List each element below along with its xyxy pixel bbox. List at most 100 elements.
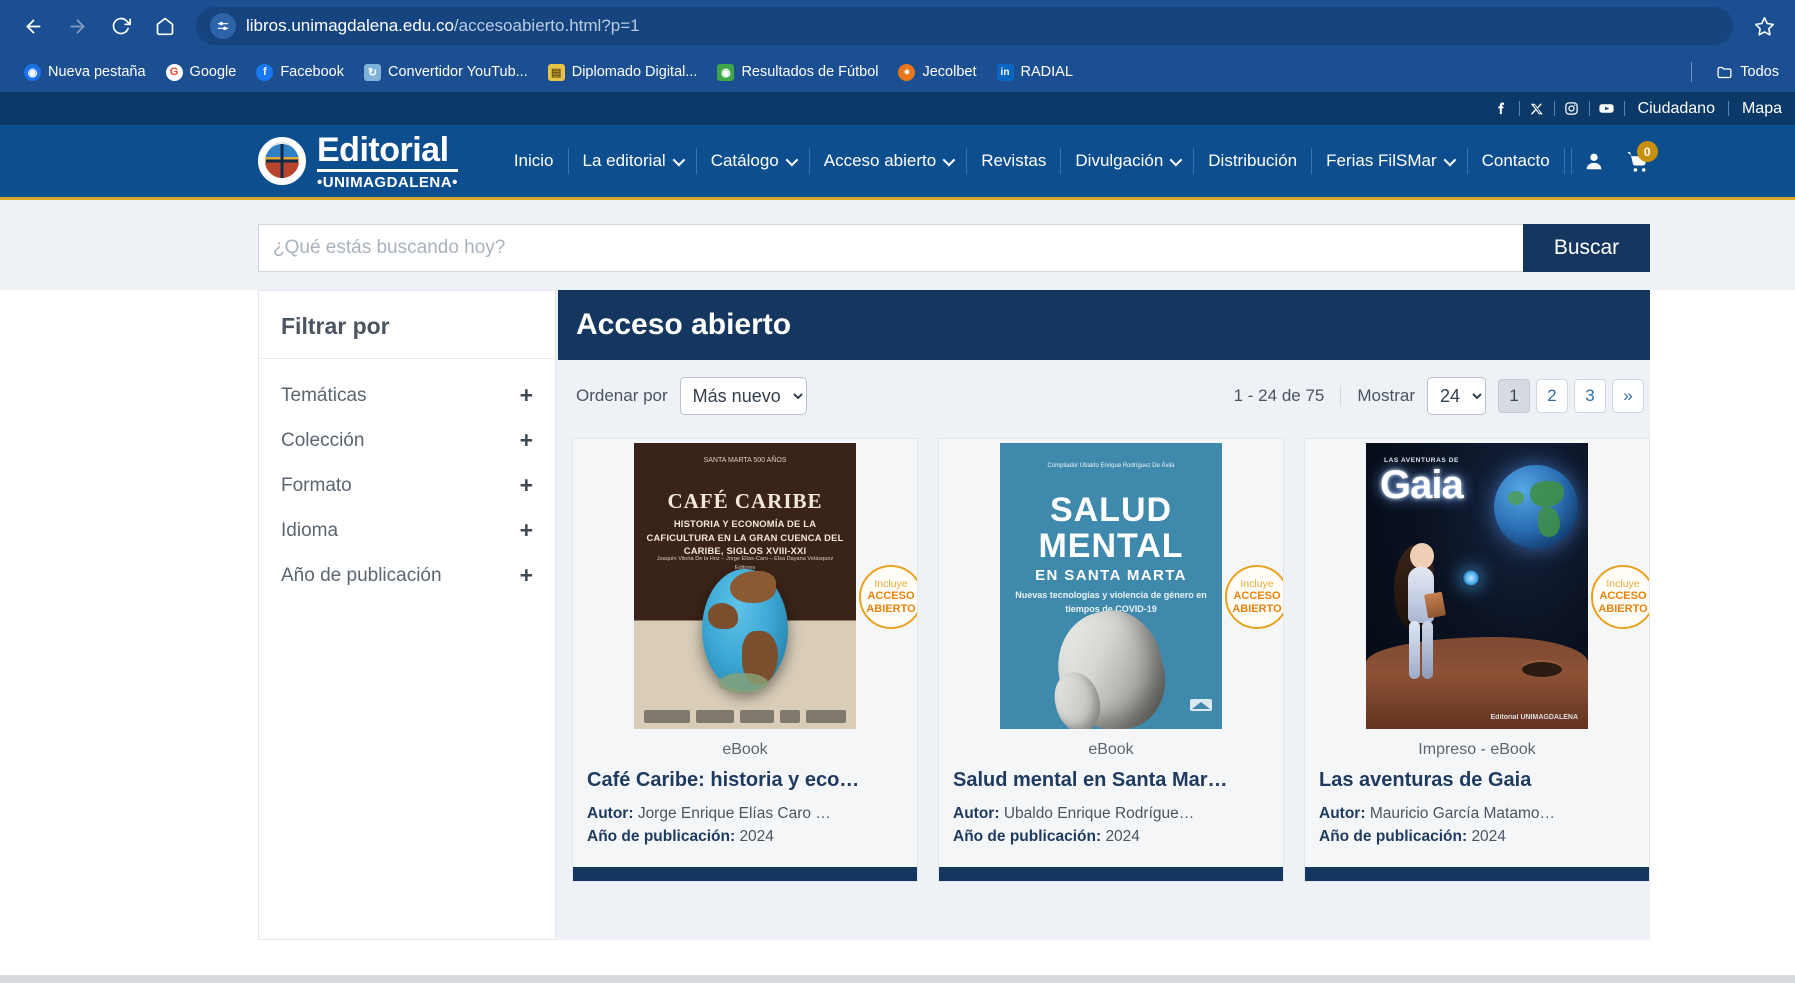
expand-plus-icon[interactable]: +	[520, 474, 533, 497]
expand-plus-icon[interactable]: +	[520, 519, 533, 542]
badge-line-1: Incluye	[874, 578, 907, 590]
nav-item-la-editorial[interactable]: La editorial	[569, 148, 697, 174]
cover-sculpture-graphic	[1046, 600, 1176, 729]
search-input[interactable]	[258, 224, 1523, 272]
youtube-icon[interactable]	[1590, 100, 1624, 117]
expand-plus-icon[interactable]: +	[520, 384, 533, 407]
nav-item-catalogo[interactable]: Catálogo	[697, 148, 810, 174]
bookmark-item[interactable]: ● Jecolbet	[888, 61, 986, 84]
expand-plus-icon[interactable]: +	[520, 429, 533, 452]
page-size-select[interactable]: 122436	[1427, 377, 1486, 415]
topbar-link-mapa[interactable]: Mapa	[1729, 100, 1795, 118]
nav-item-distribucion[interactable]: Distribución	[1194, 148, 1312, 174]
home-button[interactable]	[146, 7, 184, 45]
globe-icon: ◉	[24, 64, 41, 81]
badge-line-2: ACCESO	[867, 590, 914, 603]
filter-item-coleccion[interactable]: Colección +	[259, 418, 555, 463]
url-text: libros.unimagdalena.edu.co/accesoabierto…	[246, 16, 640, 36]
nav-item-contacto[interactable]: Contacto	[1468, 148, 1565, 174]
utility-topbar: Ciudadano Mapa	[0, 92, 1795, 125]
product-card[interactable]: LAS AVENTURAS DE Gaia Editorial UNIMAGDA…	[1304, 438, 1650, 882]
site-settings-icon[interactable]	[210, 13, 236, 39]
author-value: Ubaldo Enrique Rodrígue…	[1004, 805, 1194, 822]
filter-label: Temáticas	[281, 385, 367, 407]
bookmark-item[interactable]: ▤ Diplomado Digital...	[538, 61, 708, 84]
bookmarks-bar: ◉ Nueva pestaña G Google f Facebook ↻ Co…	[0, 52, 1795, 92]
bookmark-item[interactable]: ◉ Resultados de Fútbol	[707, 61, 888, 84]
badge-line-3: ABIERTO	[1232, 603, 1281, 616]
topbar-link-ciudadano[interactable]: Ciudadano	[1625, 100, 1728, 118]
nav-item-ferias-filsmar[interactable]: Ferias FilSMar	[1312, 148, 1468, 174]
badge-line-1: Incluye	[1240, 578, 1273, 590]
filter-item-tematicas[interactable]: Temáticas +	[259, 373, 555, 418]
browser-window: libros.unimagdalena.edu.co/accesoabierto…	[0, 0, 1795, 92]
filter-item-idioma[interactable]: Idioma +	[259, 508, 555, 553]
chevron-down-icon	[1170, 153, 1183, 166]
bookmark-item[interactable]: f Facebook	[246, 61, 354, 84]
results-toolbar: Ordenar por Más nuevoNombrePrecio 1 - 24…	[558, 360, 1650, 432]
product-action-bar[interactable]	[1305, 867, 1649, 881]
product-card[interactable]: SANTA MARTA 500 AÑOS CAFÉ CARIBE HISTORI…	[572, 438, 918, 882]
bookmarks-overflow[interactable]: Todos	[1685, 61, 1795, 84]
bookmark-item[interactable]: G Google	[156, 61, 247, 84]
product-cover[interactable]: Compilador Ubaldo Enrique Rodríguez De Á…	[939, 439, 1283, 729]
bookmarks-overflow-label: Todos	[1740, 64, 1779, 80]
page-button-1[interactable]: 1	[1498, 379, 1530, 413]
site-logo[interactable]: Editorial •UNIMAGDALENA•	[258, 133, 458, 190]
bookmark-item[interactable]: ◉ Nueva pestaña	[14, 61, 156, 84]
reload-button[interactable]	[102, 7, 140, 45]
facebook-icon: f	[256, 64, 273, 81]
product-title[interactable]: Salud mental en Santa Mar…	[953, 769, 1269, 792]
year-label: Año de publicación:	[953, 828, 1101, 845]
product-cover[interactable]: SANTA MARTA 500 AÑOS CAFÉ CARIBE HISTORI…	[573, 439, 917, 729]
page-button-2[interactable]: 2	[1536, 379, 1568, 413]
filter-label: Formato	[281, 475, 352, 497]
product-author: Autor: Mauricio García Matamo…	[1319, 802, 1635, 825]
nav-item-acceso-abierto[interactable]: Acceso abierto	[810, 148, 967, 174]
bookmark-label: Resultados de Fútbol	[741, 64, 878, 80]
product-title[interactable]: Las aventuras de Gaia	[1319, 769, 1635, 792]
website: Ciudadano Mapa Editorial •UNIMAGDALENA• …	[0, 92, 1795, 940]
page-next-button[interactable]: »	[1612, 379, 1644, 413]
bookmark-item[interactable]: in RADIAL	[987, 61, 1083, 84]
filter-item-ano-publicacion[interactable]: Año de publicación +	[259, 553, 555, 598]
cover-orb-graphic	[1462, 569, 1480, 587]
product-cover[interactable]: LAS AVENTURAS DE Gaia Editorial UNIMAGDA…	[1305, 439, 1649, 729]
product-author: Autor: Jorge Enrique Elías Caro …	[587, 802, 903, 825]
back-button[interactable]	[14, 7, 52, 45]
instagram-icon[interactable]	[1555, 101, 1589, 116]
nav-item-revistas[interactable]: Revistas	[967, 148, 1061, 174]
page-button-3[interactable]: 3	[1574, 379, 1606, 413]
cover-publisher-logos	[644, 710, 846, 723]
search-row: Buscar	[258, 224, 1650, 272]
bookmark-item[interactable]: ↻ Convertidor YouTub...	[354, 61, 538, 84]
forward-button[interactable]	[58, 7, 96, 45]
x-icon[interactable]	[1520, 102, 1554, 116]
sort-select[interactable]: Más nuevoNombrePrecio	[680, 377, 807, 415]
account-icon[interactable]	[1572, 139, 1616, 183]
cart-count-badge: 0	[1637, 141, 1658, 162]
product-title[interactable]: Café Caribe: historia y eco…	[587, 769, 903, 792]
bookmark-label: Google	[190, 64, 237, 80]
product-action-bar[interactable]	[573, 867, 917, 881]
results-main: Acceso abierto Ordenar por Más nuevoNomb…	[558, 290, 1650, 940]
cover-publisher-logo	[1188, 695, 1214, 715]
product-info: eBook Café Caribe: historia y eco… Autor…	[573, 729, 917, 859]
open-access-badge: Incluye ACCESO ABIERTO	[1591, 565, 1649, 629]
linkedin-icon: in	[997, 64, 1014, 81]
product-format: Impreso - eBook	[1319, 741, 1635, 759]
cart-button[interactable]: 0	[1616, 139, 1660, 183]
bookmark-star-icon[interactable]	[1747, 9, 1781, 43]
address-bar[interactable]: libros.unimagdalena.edu.co/accesoabierto…	[196, 7, 1733, 45]
product-action-bar[interactable]	[939, 867, 1283, 881]
author-value: Mauricio García Matamo…	[1370, 805, 1555, 822]
bookmarks-overflow-button[interactable]: Todos	[1706, 61, 1789, 84]
product-card[interactable]: Compilador Ubaldo Enrique Rodríguez De Á…	[938, 438, 1284, 882]
nav-item-divulgacion[interactable]: Divulgación	[1061, 148, 1194, 174]
search-button[interactable]: Buscar	[1523, 224, 1650, 272]
expand-plus-icon[interactable]: +	[520, 564, 533, 587]
nav-item-inicio[interactable]: Inicio	[500, 148, 569, 174]
filter-item-formato[interactable]: Formato +	[259, 463, 555, 508]
url-path: /accesoabierto.html?p=1	[454, 16, 640, 35]
facebook-icon[interactable]	[1485, 101, 1519, 116]
